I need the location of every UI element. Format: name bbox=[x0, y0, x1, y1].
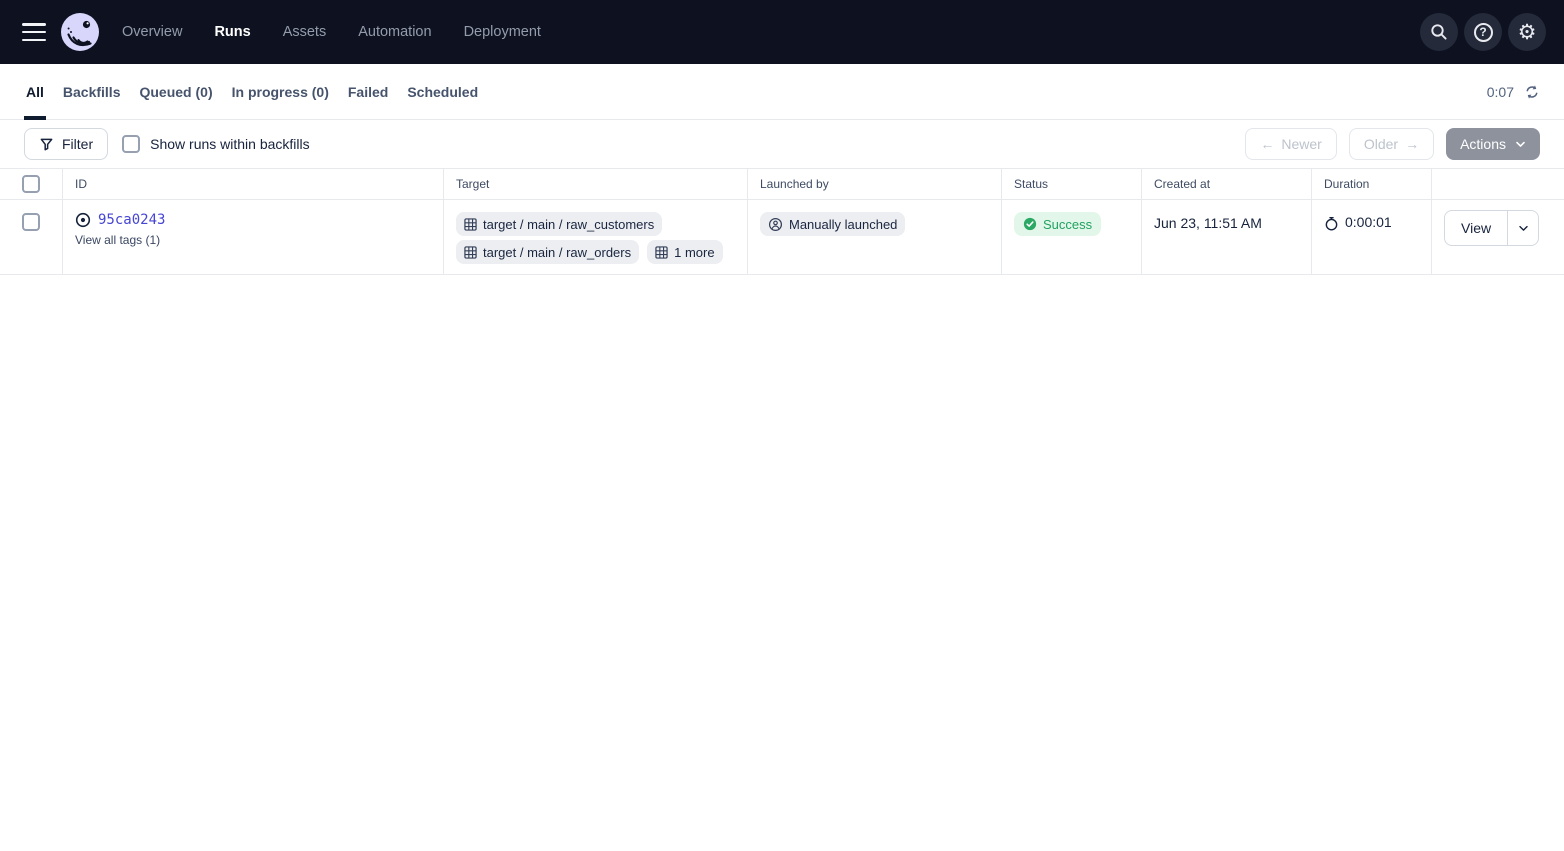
refresh-button[interactable] bbox=[1524, 84, 1540, 100]
chevron-down-icon bbox=[1515, 141, 1526, 148]
main-nav: Overview Runs Assets Automation Deployme… bbox=[122, 24, 541, 40]
launched-by-cell: Manually launched bbox=[747, 200, 1001, 274]
col-header-duration: Duration bbox=[1311, 169, 1431, 199]
col-header-actions bbox=[1431, 169, 1564, 199]
target-tag[interactable]: target / main / raw_orders bbox=[456, 240, 639, 264]
duration-cell: 0:00:01 bbox=[1311, 200, 1431, 274]
show-backfills-label: Show runs within backfills bbox=[150, 136, 310, 152]
filter-button[interactable]: Filter bbox=[24, 128, 108, 160]
tab-failed[interactable]: Failed bbox=[348, 64, 388, 119]
settings-button[interactable]: ⚙ bbox=[1508, 13, 1546, 51]
nav-deployment[interactable]: Deployment bbox=[464, 24, 541, 40]
launched-by-tag[interactable]: Manually launched bbox=[760, 212, 905, 236]
tab-all[interactable]: All bbox=[26, 64, 44, 119]
view-run-button[interactable]: View bbox=[1445, 211, 1507, 245]
gear-icon: ⚙ bbox=[1518, 22, 1537, 43]
dagster-logo[interactable] bbox=[60, 12, 100, 52]
search-button[interactable] bbox=[1420, 13, 1458, 51]
left-arrow-icon: ← bbox=[1260, 136, 1274, 152]
col-header-created-at: Created at bbox=[1141, 169, 1311, 199]
runs-table: ID Target Launched by Status Created at … bbox=[0, 168, 1564, 275]
chevron-down-icon bbox=[1518, 225, 1529, 232]
search-icon bbox=[1430, 23, 1448, 41]
check-circle-icon bbox=[1023, 217, 1037, 231]
newer-button[interactable]: ← Newer bbox=[1245, 128, 1336, 160]
table-header: ID Target Launched by Status Created at … bbox=[0, 168, 1564, 200]
tab-queued[interactable]: Queued (0) bbox=[139, 64, 212, 119]
help-icon: ? bbox=[1474, 23, 1493, 42]
nav-automation[interactable]: Automation bbox=[358, 24, 431, 40]
table-grid-icon bbox=[655, 246, 668, 259]
col-header-status: Status bbox=[1001, 169, 1141, 199]
select-all-checkbox[interactable] bbox=[22, 175, 40, 193]
table-grid-icon bbox=[464, 218, 477, 231]
older-button[interactable]: Older → bbox=[1349, 128, 1434, 160]
more-targets-tag[interactable]: 1 more bbox=[647, 240, 722, 264]
view-all-tags-link[interactable]: View all tags (1) bbox=[75, 233, 160, 247]
tab-in-progress[interactable]: In progress (0) bbox=[232, 64, 329, 119]
show-backfills-checkbox[interactable] bbox=[122, 135, 140, 153]
tabs: All Backfills Queued (0) In progress (0)… bbox=[26, 64, 478, 119]
row-checkbox[interactable] bbox=[22, 213, 40, 231]
top-nav: Overview Runs Assets Automation Deployme… bbox=[0, 0, 1564, 64]
show-backfills-option: Show runs within backfills bbox=[122, 135, 310, 153]
col-header-id: ID bbox=[62, 169, 443, 199]
octopus-logo-icon bbox=[60, 12, 100, 52]
nav-assets[interactable]: Assets bbox=[283, 24, 327, 40]
view-dropdown-button[interactable] bbox=[1507, 211, 1538, 245]
run-status-dot-icon bbox=[75, 212, 91, 228]
nav-runs[interactable]: Runs bbox=[214, 24, 250, 40]
runs-toolbar: Filter Show runs within backfills ← Newe… bbox=[0, 120, 1564, 168]
timer-icon bbox=[1324, 216, 1339, 231]
col-header-launched-by: Launched by bbox=[747, 169, 1001, 199]
run-id-link[interactable]: 95ca0243 bbox=[98, 212, 165, 228]
table-grid-icon bbox=[464, 246, 477, 259]
refresh-area: 0:07 bbox=[1487, 84, 1540, 100]
tab-backfills[interactable]: Backfills bbox=[63, 64, 121, 119]
refresh-icon bbox=[1524, 84, 1540, 100]
created-at-cell: Jun 23, 11:51 AM bbox=[1141, 200, 1311, 274]
help-button[interactable]: ? bbox=[1464, 13, 1502, 51]
col-header-target: Target bbox=[443, 169, 747, 199]
runs-tab-bar: All Backfills Queued (0) In progress (0)… bbox=[0, 64, 1564, 120]
run-id-cell: 95ca0243 View all tags (1) bbox=[62, 200, 443, 274]
right-arrow-icon: → bbox=[1405, 136, 1419, 152]
target-tag[interactable]: target / main / raw_customers bbox=[456, 212, 662, 236]
status-badge[interactable]: Success bbox=[1014, 212, 1101, 236]
filter-funnel-icon bbox=[39, 137, 54, 152]
tab-scheduled[interactable]: Scheduled bbox=[407, 64, 478, 119]
refresh-countdown: 0:07 bbox=[1487, 84, 1514, 100]
hamburger-menu-icon[interactable] bbox=[22, 23, 46, 41]
nav-actions: ? ⚙ bbox=[1420, 13, 1546, 51]
user-circle-icon bbox=[768, 217, 783, 232]
status-cell: Success bbox=[1001, 200, 1141, 274]
table-row: 95ca0243 View all tags (1) target / main… bbox=[0, 200, 1564, 275]
actions-button[interactable]: Actions bbox=[1446, 128, 1540, 160]
view-cell: View bbox=[1431, 200, 1564, 274]
target-cell: target / main / raw_customers target / m… bbox=[443, 200, 747, 274]
toolbar-right: ← Newer Older → Actions bbox=[1245, 128, 1540, 160]
nav-overview[interactable]: Overview bbox=[122, 24, 182, 40]
runs-page: Overview Runs Assets Automation Deployme… bbox=[0, 0, 1564, 275]
